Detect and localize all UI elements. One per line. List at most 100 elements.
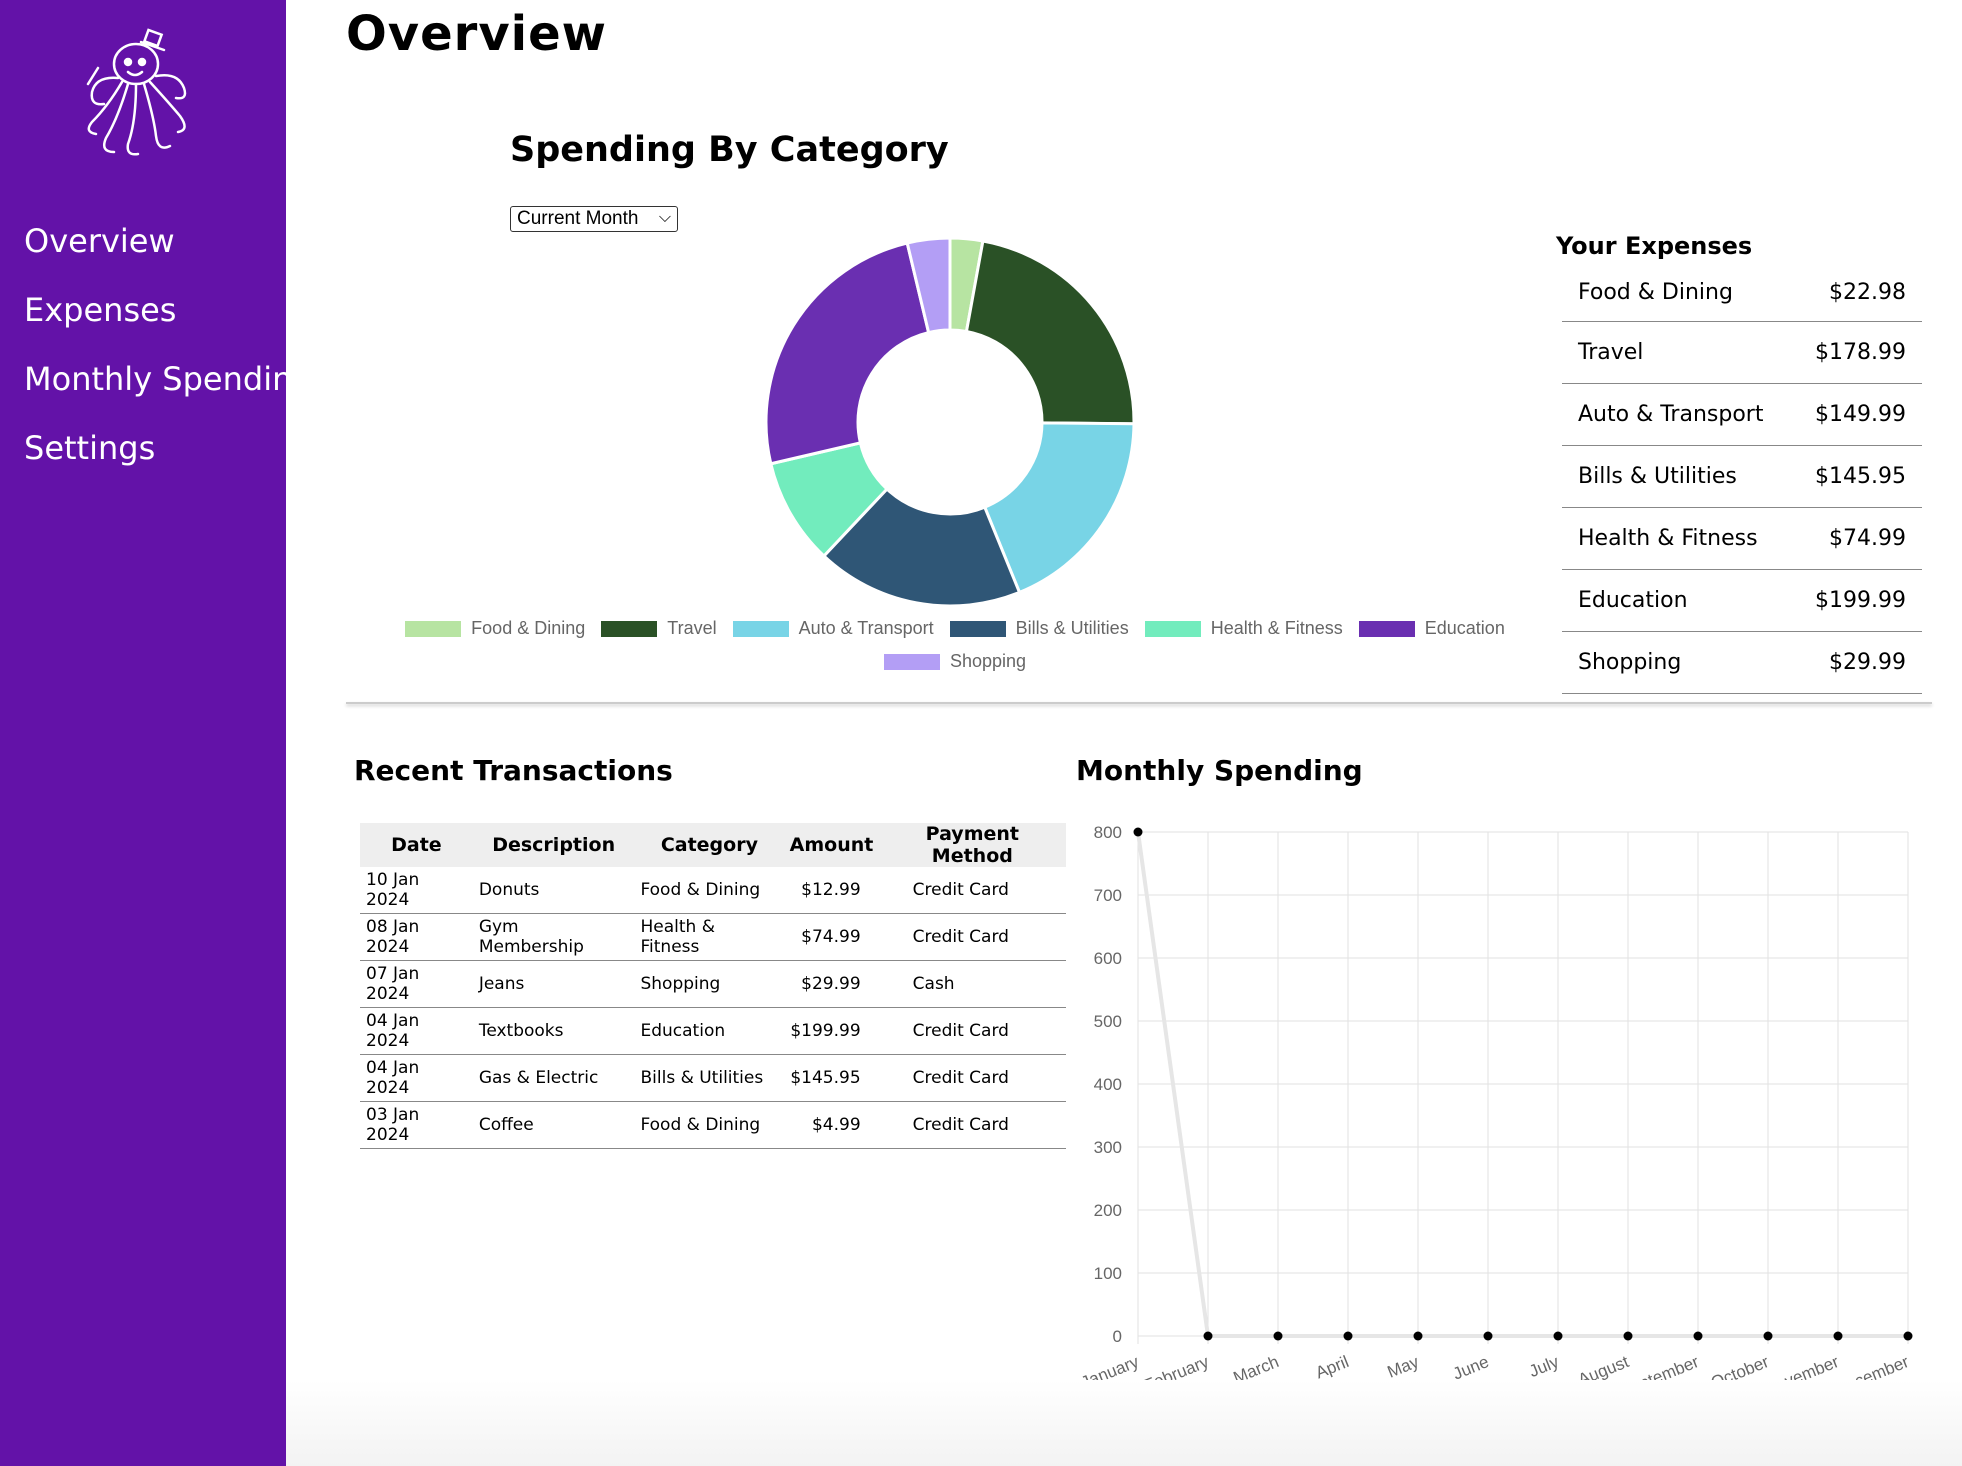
cell-category: Health & Fitness (634, 913, 785, 961)
expense-label: Shopping (1578, 650, 1682, 675)
expense-row: Bills & Utilities $145.95 (1562, 446, 1922, 508)
your-expenses-title: Your Expenses (1556, 232, 1753, 260)
cell-description: Coffee (472, 1101, 635, 1149)
data-point[interactable] (1203, 1331, 1213, 1341)
cell-amount: $199.99 (784, 1007, 879, 1055)
y-tick-label: 400 (1094, 1075, 1122, 1094)
expense-label: Travel (1578, 340, 1644, 365)
spending-by-category-title: Spending By Category (510, 130, 949, 170)
column-header-amount: Amount (784, 823, 879, 867)
data-point[interactable] (1903, 1331, 1913, 1341)
cell-description: Gas & Electric (472, 1054, 635, 1102)
legend-item[interactable]: Health & Fitness (1144, 618, 1343, 639)
sidebar-item-settings[interactable]: Settings (24, 429, 155, 467)
cell-description: Textbooks (472, 1007, 635, 1055)
legend-label: Education (1424, 618, 1505, 638)
sidebar-item-expenses[interactable]: Expenses (24, 291, 176, 329)
y-tick-label: 200 (1094, 1201, 1122, 1220)
legend-label: Food & Dining (471, 618, 586, 638)
data-point[interactable] (1343, 1331, 1353, 1341)
y-tick-label: 0 (1113, 1327, 1122, 1346)
data-point[interactable] (1133, 827, 1143, 837)
legend-label: Travel (667, 618, 717, 638)
period-select[interactable]: Current Month ⌵ (510, 206, 678, 232)
expense-row: Travel $178.99 (1562, 322, 1922, 384)
chevron-down-icon: ⌵ (658, 209, 671, 226)
expense-label: Bills & Utilities (1578, 464, 1737, 489)
expense-amount: $149.99 (1815, 402, 1906, 427)
cell-date: 10 Jan 2024 (360, 867, 473, 914)
table-row: 04 Jan 2024 Gas & Electric Bills & Utiliti… (360, 1054, 1066, 1102)
legend-label: Bills & Utilities (1015, 618, 1129, 638)
column-header-category: Category (634, 823, 785, 867)
expense-row: Auto & Transport $149.99 (1562, 384, 1922, 446)
table-row: 10 Jan 2024 Donuts Food & Dining $12.99 Cred… (360, 867, 1066, 914)
y-tick-label: 600 (1094, 949, 1122, 968)
y-tick-label: 300 (1094, 1138, 1122, 1157)
legend-item[interactable]: Education (1358, 618, 1505, 639)
sidebar-item-overview[interactable]: Overview (24, 222, 175, 260)
table-row: 03 Jan 2024 Coffee Food & Dining $4.99 Credi… (360, 1101, 1066, 1149)
cell-category: Bills & Utilities (634, 1054, 785, 1102)
y-tick-label: 700 (1094, 886, 1122, 905)
monthly-spending-line-chart: 0100200300400500600700800January February… (1078, 823, 1913, 1401)
expense-amount: $74.99 (1829, 526, 1906, 551)
table-row: 07 Jan 2024 Jeans Shopping $29.99 Cash (360, 960, 1066, 1008)
data-point[interactable] (1413, 1331, 1423, 1341)
pie-legend: Food & Dining Travel Auto & Transport Bills… (390, 618, 1520, 672)
legend-item[interactable]: Travel (601, 618, 717, 639)
legend-swatch (732, 620, 789, 637)
cell-date: 04 Jan 2024 (360, 1054, 473, 1102)
cell-description: Jeans (472, 960, 635, 1008)
legend-label: Health & Fitness (1210, 618, 1343, 638)
cell-amount: $145.95 (784, 1054, 879, 1102)
pie-slice[interactable] (764, 241, 931, 466)
expense-amount: $29.99 (1829, 650, 1906, 675)
sidebar-item-monthly-spending[interactable]: Monthly Spending (24, 360, 313, 398)
y-tick-label: 100 (1094, 1264, 1122, 1283)
data-point[interactable] (1483, 1331, 1493, 1341)
section-divider (346, 702, 1932, 704)
monthly-spending-title: Monthly Spending (1076, 754, 1363, 787)
cell-payment-method: Cash (878, 960, 1066, 1008)
cell-category: Shopping (634, 960, 785, 1008)
cell-payment-method: Credit Card (878, 1054, 1066, 1102)
column-header-payment-method: Payment Method (878, 823, 1066, 867)
recent-transactions-table: Date Description Category Amount Payment… (360, 823, 1066, 1149)
your-expenses-list: Food & Dining $22.98 Travel $178.99 Auto &… (1562, 270, 1922, 694)
expense-label: Auto & Transport (1578, 402, 1764, 427)
table-row: 08 Jan 2024 Gym Membership Health & Fitnes… (360, 913, 1066, 961)
legend-swatch (1144, 620, 1201, 637)
cell-category: Food & Dining (634, 1101, 785, 1149)
expense-label: Education (1578, 588, 1688, 613)
expense-row: Education $199.99 (1562, 570, 1922, 632)
data-point[interactable] (1273, 1331, 1283, 1341)
y-tick-label: 500 (1094, 1012, 1122, 1031)
cell-payment-method: Credit Card (878, 867, 1066, 914)
x-tick-label: July (1526, 1352, 1562, 1381)
cell-amount: $4.99 (784, 1101, 879, 1149)
legend-item[interactable]: Food & Dining (405, 618, 585, 639)
legend-item[interactable]: Bills & Utilities (949, 618, 1129, 639)
legend-label: Shopping (949, 651, 1027, 671)
data-point[interactable] (1833, 1331, 1843, 1341)
cell-date: 04 Jan 2024 (360, 1007, 473, 1055)
cell-category: Food & Dining (634, 867, 785, 914)
cell-amount: $29.99 (784, 960, 879, 1008)
expense-row: Health & Fitness $74.99 (1562, 508, 1922, 570)
expense-amount: $199.99 (1815, 588, 1906, 613)
octopus-logo-icon (86, 28, 187, 156)
cell-date: 03 Jan 2024 (360, 1101, 473, 1149)
column-header-description: Description (472, 823, 635, 867)
data-point[interactable] (1623, 1331, 1633, 1341)
data-point[interactable] (1693, 1331, 1703, 1341)
x-tick-label: May (1385, 1352, 1422, 1382)
legend-label: Auto & Transport (798, 618, 934, 638)
data-point[interactable] (1553, 1331, 1563, 1341)
data-point[interactable] (1763, 1331, 1773, 1341)
legend-item[interactable]: Auto & Transport (732, 618, 934, 639)
legend-item[interactable]: Shopping (883, 651, 1027, 672)
pie-slice[interactable] (964, 239, 1136, 426)
cell-amount: $12.99 (784, 867, 879, 914)
legend-swatch (1358, 620, 1415, 637)
